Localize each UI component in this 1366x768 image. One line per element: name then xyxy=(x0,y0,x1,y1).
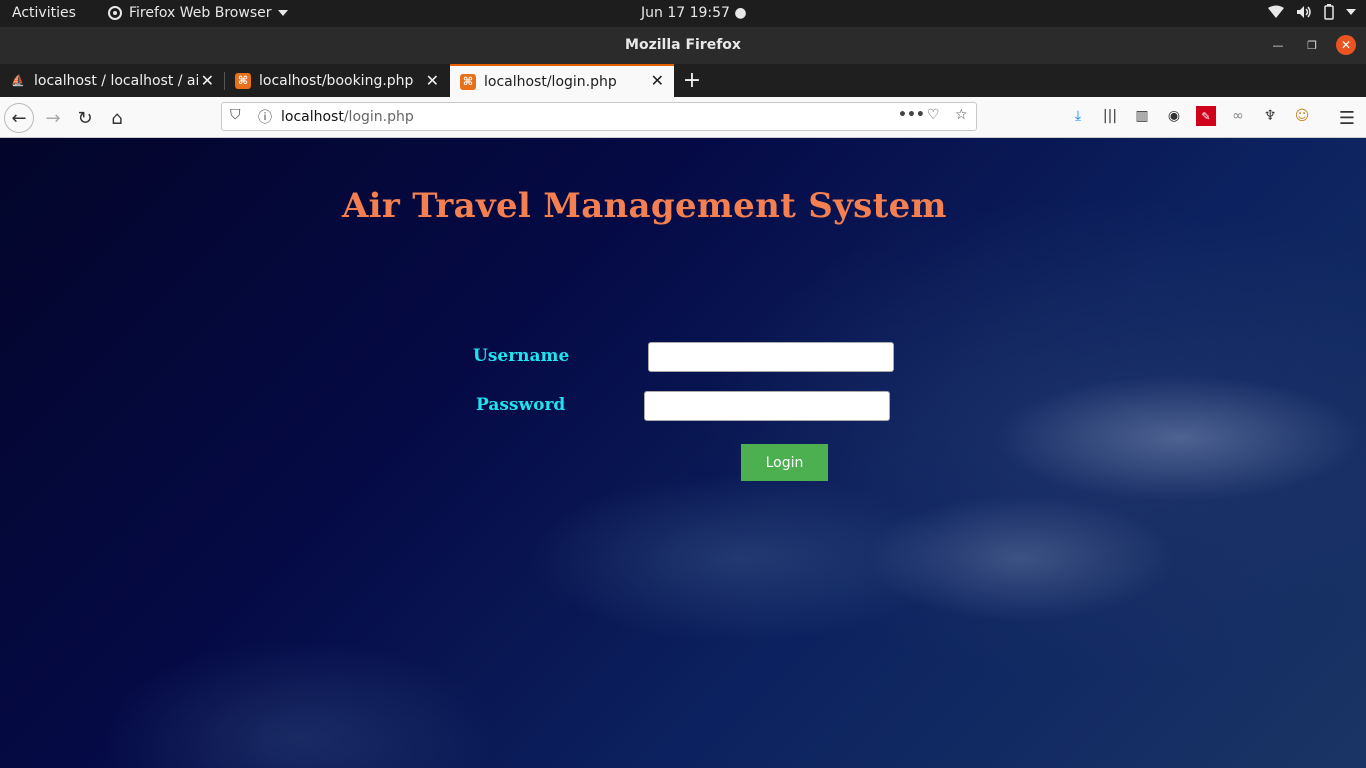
firefox-icon xyxy=(108,6,122,20)
navigation-toolbar: ← → ↻ ⌂ ⛉ ⓘ localhost/login.php ••• ♡ ☆ … xyxy=(0,97,1366,138)
minimize-icon[interactable]: — xyxy=(1268,35,1288,55)
window-title-bar: Mozilla Firefox — ❐ ✕ xyxy=(0,27,1366,64)
page-content: Air Travel Management System Username Pa… xyxy=(0,138,1366,768)
login-button[interactable]: Login xyxy=(741,444,828,481)
toolbar-icons: ⤓ ||| ▥ ◉ ✎ ∞ ♆ ☺ xyxy=(1068,106,1312,126)
tab-booking[interactable]: ⌘ localhost/booking.php ✕ xyxy=(225,64,449,97)
close-icon[interactable]: ✕ xyxy=(201,71,214,90)
url-host: localhost xyxy=(281,109,344,125)
xampp-icon: ⌘ xyxy=(235,72,251,89)
close-window-icon[interactable]: ✕ xyxy=(1336,35,1356,55)
wifi-icon xyxy=(1268,5,1284,18)
system-top-bar: Activities Firefox Web Browser Jun 17 19… xyxy=(0,0,1366,27)
account-icon[interactable]: ◉ xyxy=(1164,106,1184,126)
username-input[interactable] xyxy=(648,342,894,372)
url-bar[interactable]: ⛉ ⓘ localhost/login.php ••• ♡ ☆ xyxy=(221,102,977,131)
pocket-icon[interactable]: ♡ xyxy=(927,107,940,123)
close-icon[interactable]: ✕ xyxy=(651,71,664,90)
tab-phpmyadmin[interactable]: ⛵ localhost / localhost / air ✕ xyxy=(0,64,224,97)
battery-icon xyxy=(1324,4,1334,20)
page-actions-icon[interactable]: ••• xyxy=(898,107,925,123)
phpmyadmin-icon: ⛵ xyxy=(11,74,25,87)
extension-red-icon[interactable]: ✎ xyxy=(1196,106,1216,126)
password-label: Password xyxy=(476,395,566,415)
close-icon[interactable]: ✕ xyxy=(426,71,439,90)
tab-label: localhost/booking.php xyxy=(259,72,414,89)
system-tray[interactable] xyxy=(1268,4,1356,20)
activities-button[interactable]: Activities xyxy=(12,5,76,21)
info-icon[interactable]: ⓘ xyxy=(258,107,272,127)
page-title: Air Travel Management System xyxy=(342,186,947,226)
hamburger-menu-icon[interactable]: ☰ xyxy=(1332,103,1362,133)
home-icon[interactable]: ⌂ xyxy=(102,103,132,133)
url-path: /login.php xyxy=(343,109,414,125)
extension-bike-icon[interactable]: ∞ xyxy=(1228,106,1248,126)
window-title: Mozilla Firefox xyxy=(625,37,741,53)
extension-gnome-icon[interactable]: ♆ xyxy=(1260,106,1280,126)
password-input[interactable] xyxy=(644,391,890,421)
clock-text: Jun 17 19:57 xyxy=(641,5,730,21)
tab-login[interactable]: ⌘ localhost/login.php ✕ xyxy=(450,64,674,97)
username-label: Username xyxy=(473,346,570,366)
app-menu-label: Firefox Web Browser xyxy=(129,5,272,21)
library-icon[interactable]: ||| xyxy=(1100,106,1120,126)
restore-icon[interactable]: ❐ xyxy=(1302,35,1322,55)
tab-label: localhost / localhost / air xyxy=(34,72,198,89)
forward-icon[interactable]: → xyxy=(38,103,68,133)
xampp-icon: ⌘ xyxy=(460,73,476,90)
shield-icon[interactable]: ⛉ xyxy=(230,107,241,123)
system-menu-chevron-icon xyxy=(1346,9,1356,15)
chevron-down-icon xyxy=(277,10,288,16)
bookmark-star-icon[interactable]: ☆ xyxy=(955,107,968,123)
app-menu[interactable]: Firefox Web Browser xyxy=(107,5,288,21)
volume-icon xyxy=(1297,6,1311,18)
url-text[interactable]: localhost/login.php xyxy=(281,109,414,125)
window-controls: — ❐ ✕ xyxy=(1268,35,1356,55)
clock[interactable]: Jun 17 19:57 ● xyxy=(641,5,747,21)
back-icon[interactable]: ← xyxy=(4,103,34,133)
new-tab-icon[interactable]: + xyxy=(682,68,702,93)
sidebar-icon[interactable]: ▥ xyxy=(1132,106,1152,126)
tab-strip: ⛵ localhost / localhost / air ✕ ⌘ localh… xyxy=(0,64,1366,97)
reload-icon[interactable]: ↻ xyxy=(70,103,100,133)
tab-label: localhost/login.php xyxy=(484,73,617,90)
extension-face-icon[interactable]: ☺ xyxy=(1292,106,1312,126)
notification-dot-icon: ● xyxy=(734,5,747,21)
download-icon[interactable]: ⤓ xyxy=(1068,106,1088,126)
